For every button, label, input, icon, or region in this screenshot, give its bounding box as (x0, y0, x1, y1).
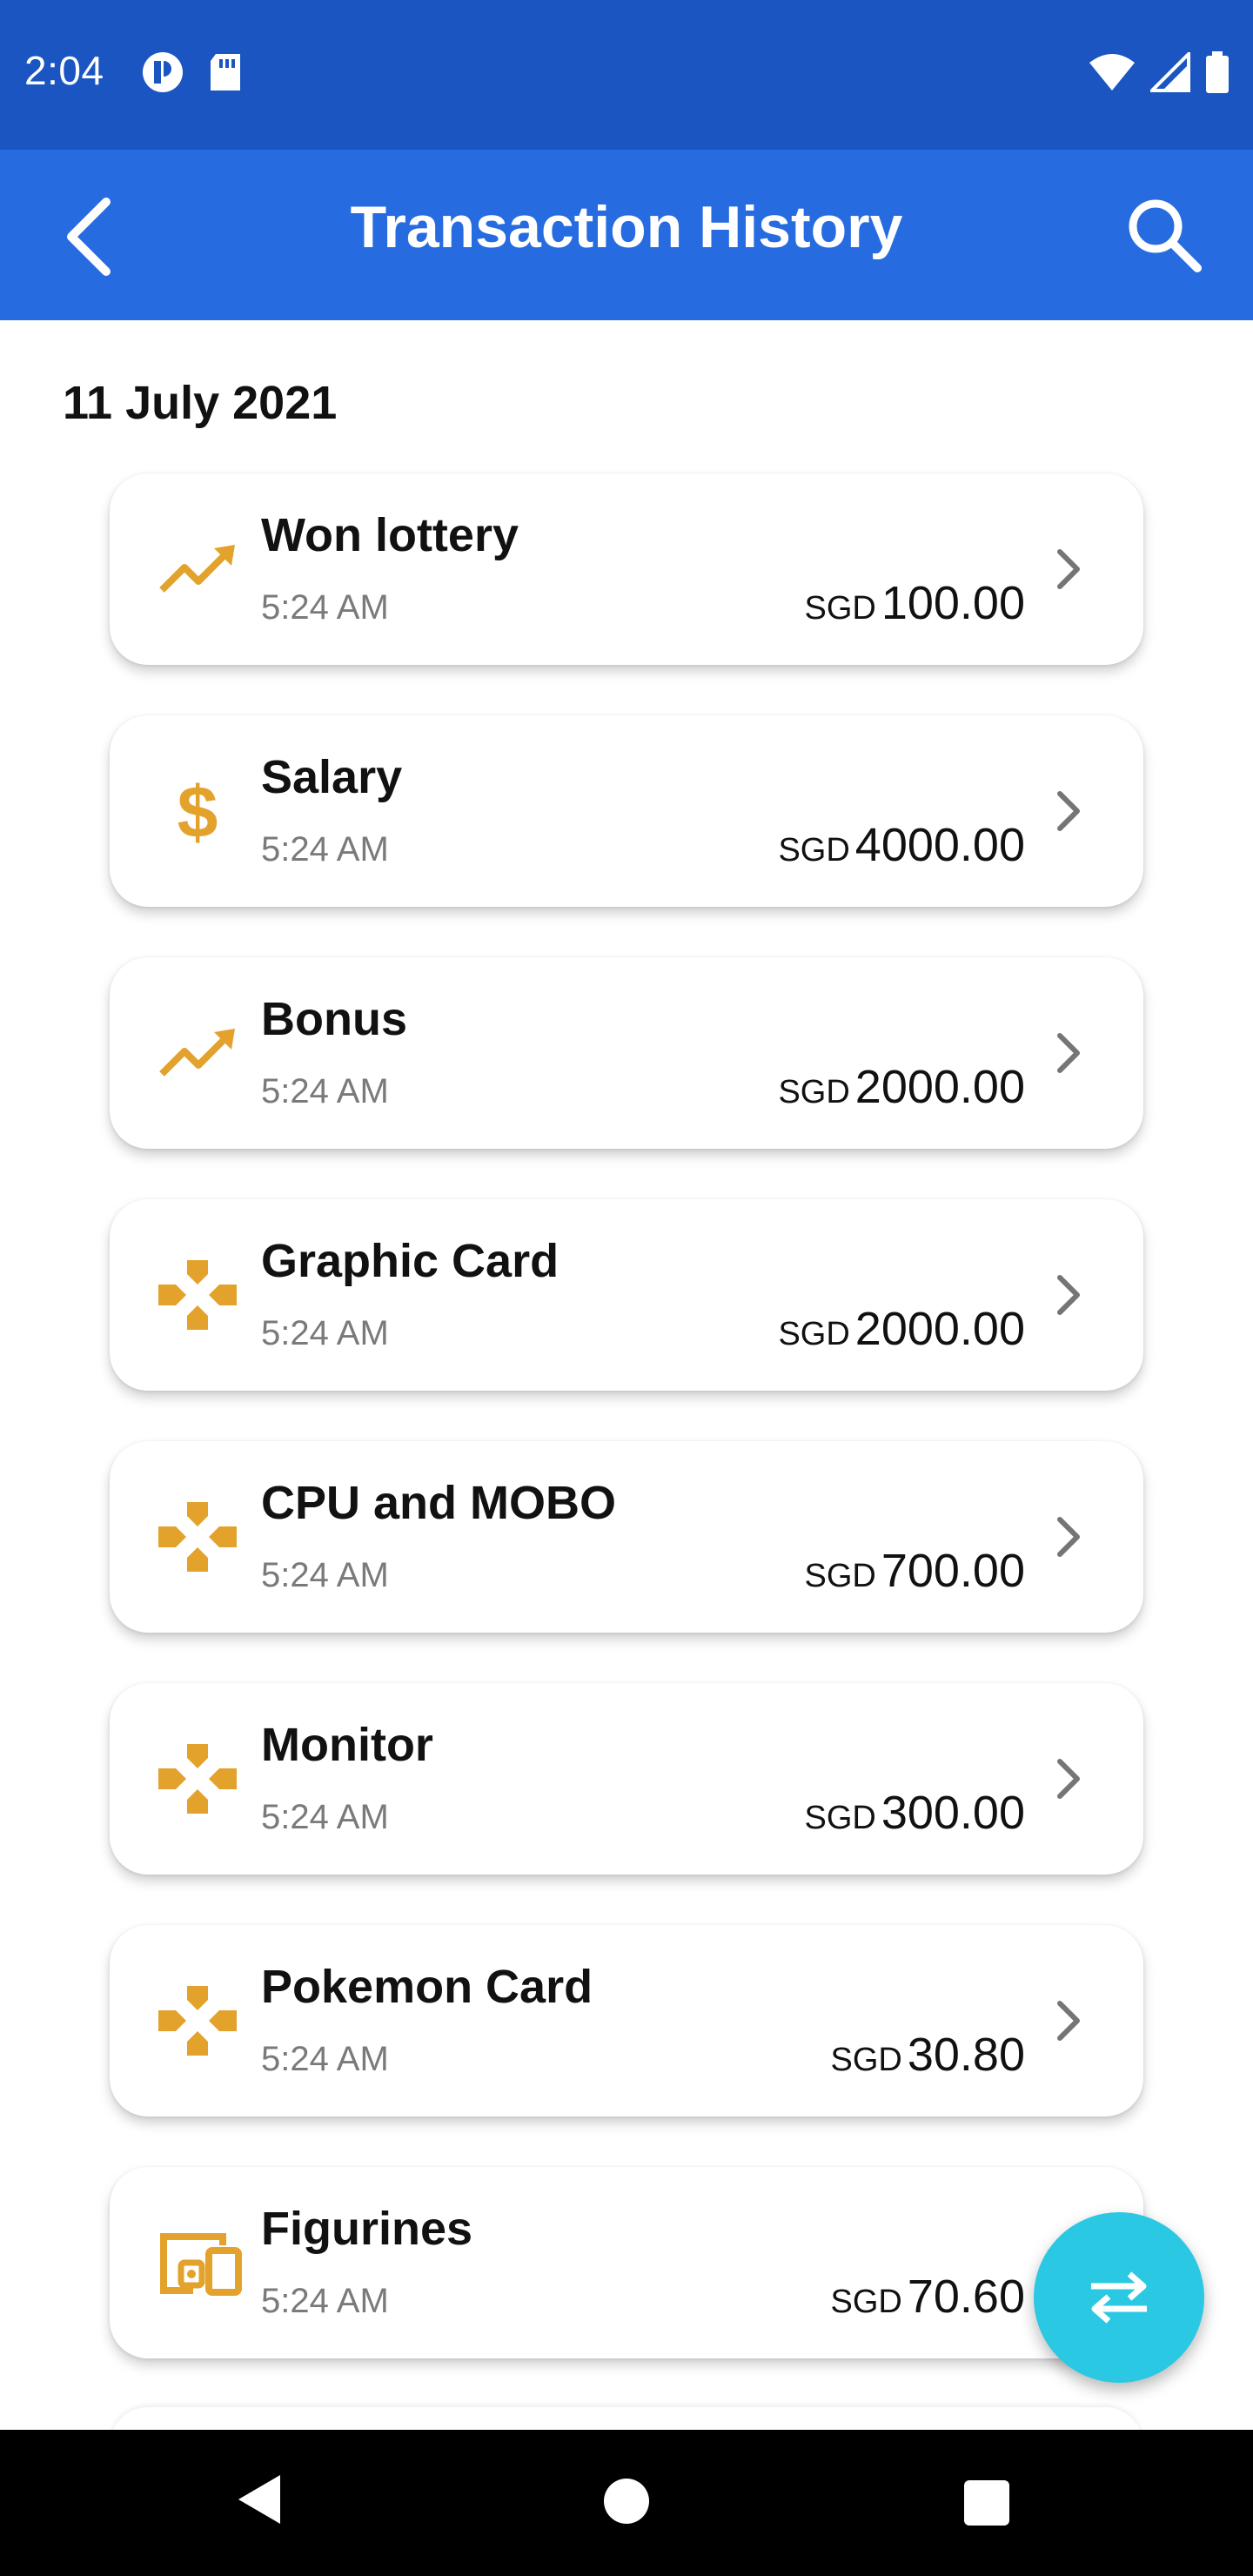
amount-value: 30.80 (907, 2029, 1025, 2081)
chevron-right-icon (1057, 1759, 1080, 1799)
dollar-icon: $ (178, 771, 218, 853)
transaction-time: 5:24 AM (261, 588, 389, 627)
gamepad-icon (158, 1986, 237, 2056)
currency-label: SGD (830, 2042, 902, 2078)
transaction-amount: SGD 4000.00 (778, 818, 1025, 872)
currency-label: SGD (804, 590, 876, 627)
cell-signal-icon (1150, 52, 1190, 92)
currency-label: SGD (778, 1316, 850, 1352)
gamepad-icon (158, 1260, 237, 1330)
gamepad-icon (158, 1502, 237, 1572)
transaction-amount: SGD 100.00 (804, 576, 1025, 630)
battery-icon (1206, 51, 1229, 93)
transaction-title: Graphic Card (261, 1235, 559, 1287)
transaction-amount: SGD 700.00 (804, 1544, 1025, 1598)
transaction-card[interactable]: Monitor 5:24 AM SGD 300.00 (110, 1683, 1143, 1875)
transaction-time: 5:24 AM (261, 2040, 389, 2078)
currency-label: SGD (804, 1800, 876, 1836)
transaction-card[interactable]: Bonus 5:24 AM SGD 2000.00 (110, 957, 1143, 1149)
transaction-time: 5:24 AM (261, 1556, 389, 1594)
amount-value: 300.00 (881, 1787, 1025, 1839)
search-button[interactable] (1121, 191, 1208, 278)
date-group-header: 11 July 2021 (63, 377, 338, 429)
currency-label: SGD (778, 1074, 850, 1110)
trending-up-icon (159, 1029, 235, 1077)
status-time: 2:04 (24, 48, 104, 93)
app-notification-icon (143, 52, 183, 92)
transaction-time: 5:24 AM (261, 1314, 389, 1352)
transaction-title: Won lottery (261, 509, 519, 561)
devices-icon (160, 2233, 242, 2296)
transaction-title: Monitor (261, 1719, 433, 1771)
transaction-time: 5:24 AM (261, 830, 389, 869)
nav-back-icon[interactable] (235, 2472, 284, 2527)
amount-value: 700.00 (881, 1545, 1025, 1597)
nav-recents-icon[interactable] (964, 2480, 1009, 2526)
chevron-right-icon (1057, 1517, 1080, 1557)
transaction-title: Figurines (261, 2203, 473, 2255)
transaction-title: Pokemon Card (261, 1961, 593, 2013)
currency-label: SGD (830, 2284, 902, 2320)
chevron-right-icon (1057, 1275, 1080, 1315)
chevron-right-icon (1057, 791, 1080, 831)
transaction-amount: SGD 2000.00 (778, 1302, 1025, 1356)
swap-arrows-icon (1091, 2271, 1147, 2324)
amount-value: 70.60 (907, 2271, 1025, 2323)
transaction-card[interactable]: CPU and MOBO 5:24 AM SGD 700.00 (110, 1441, 1143, 1633)
svg-text:$: $ (178, 776, 218, 846)
transaction-card[interactable]: $ Salary 5:24 AM SGD 4000.00 (110, 715, 1143, 907)
currency-label: SGD (778, 832, 850, 869)
currency-label: SGD (804, 1558, 876, 1594)
transaction-amount: SGD 30.80 (831, 2028, 1026, 2082)
transaction-amount: SGD 70.60 (831, 2270, 1026, 2324)
system-nav-bar (0, 2430, 1253, 2576)
transaction-title: CPU and MOBO (261, 1477, 617, 1529)
transaction-amount: SGD 300.00 (804, 1786, 1025, 1840)
transaction-card[interactable]: Figurines 5:24 AM SGD 70.60 (110, 2167, 1143, 2358)
status-bar: 2:04 (0, 0, 1253, 150)
transaction-time: 5:24 AM (261, 2282, 389, 2320)
transaction-list: Won lottery 5:24 AM SGD 100.00 $ Salary 5… (110, 473, 1143, 2409)
chevron-right-icon (1057, 2001, 1080, 2041)
nav-home-icon[interactable] (604, 2479, 649, 2524)
amount-value: 4000.00 (854, 819, 1025, 871)
transaction-time: 5:24 AM (261, 1798, 389, 1836)
transaction-time: 5:24 AM (261, 1072, 389, 1110)
transaction-title: Bonus (261, 993, 407, 1045)
transaction-amount: SGD 2000.00 (778, 1060, 1025, 1114)
transaction-title: Salary (261, 751, 403, 803)
transaction-card[interactable]: Won lottery 5:24 AM SGD 100.00 (110, 473, 1143, 665)
transaction-card[interactable]: Pokemon Card 5:24 AM SGD 30.80 (110, 1925, 1143, 2116)
page-title: Transaction History (350, 194, 903, 260)
wifi-icon (1089, 54, 1135, 91)
chevron-right-icon (1057, 549, 1080, 589)
chevron-right-icon (1057, 1033, 1080, 1073)
amount-value: 2000.00 (854, 1061, 1025, 1113)
search-icon (1129, 199, 1202, 272)
transaction-card[interactable]: Graphic Card 5:24 AM SGD 2000.00 (110, 1199, 1143, 1391)
trending-up-icon (159, 545, 235, 593)
gamepad-icon (158, 1744, 237, 1814)
transfer-fab[interactable] (1034, 2212, 1204, 2383)
amount-value: 100.00 (881, 577, 1025, 629)
app-bar: Transaction History (0, 150, 1253, 320)
sd-card-icon (211, 54, 240, 91)
amount-value: 2000.00 (854, 1303, 1025, 1355)
